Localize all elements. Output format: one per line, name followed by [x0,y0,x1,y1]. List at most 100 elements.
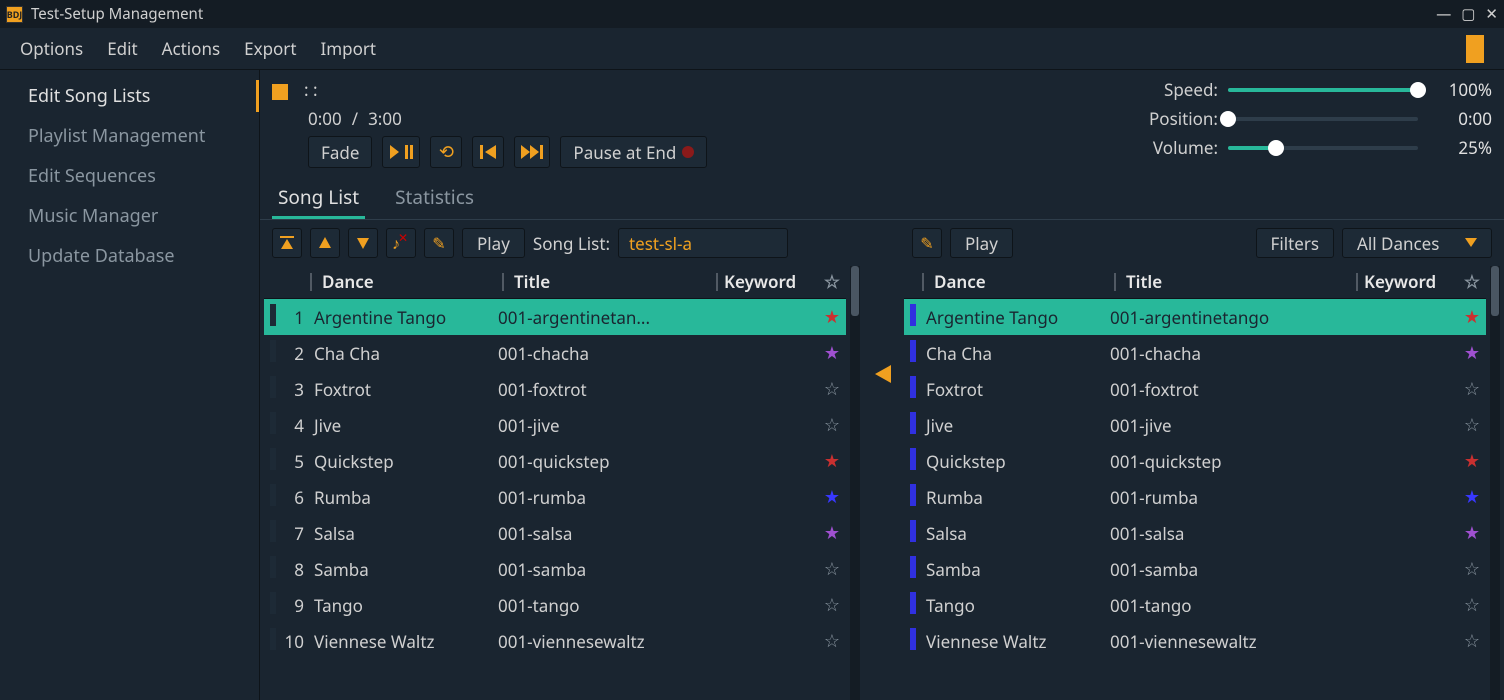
move-top-icon[interactable] [272,228,302,258]
sidebar-item-update-database[interactable]: Update Database [0,236,259,276]
play-right-button[interactable]: Play [950,228,1013,258]
col-star-header-r[interactable]: ☆ [1458,270,1486,294]
star-icon[interactable]: ★ [1458,341,1486,365]
table-row[interactable]: Jive001-jive☆ [904,407,1486,443]
position-label: Position: [1138,107,1218,130]
table-row[interactable]: 8Samba001-samba☆ [264,551,846,587]
menu-export[interactable]: Export [244,37,296,60]
table-row[interactable]: 3Foxtrot001-foxtrot☆ [264,371,846,407]
star-icon[interactable]: ★ [1458,485,1486,509]
move-down-icon[interactable] [348,228,378,258]
table-row[interactable]: 6Rumba001-rumba★ [264,479,846,515]
scrollbar-right[interactable] [1490,266,1500,700]
play-pause-icon[interactable] [382,136,420,168]
col-dance-header[interactable]: Dance [318,270,502,294]
titlebar: BDJ Test-Setup Management — ▢ ✕ [0,0,1504,28]
dance-filter-dropdown[interactable]: All Dances [1342,228,1492,258]
menu-actions[interactable]: Actions [162,37,220,60]
row-marker [264,448,282,475]
tab-statistics[interactable]: Statistics [389,178,480,219]
star-icon[interactable]: ☆ [818,593,846,617]
star-icon[interactable]: ★ [818,341,846,365]
row-marker [904,592,922,619]
menu-import[interactable]: Import [320,37,376,60]
volume-slider[interactable] [1228,146,1418,150]
table-row[interactable]: Cha Cha001-chacha★ [904,335,1486,371]
star-icon[interactable]: ☆ [1458,413,1486,437]
star-icon[interactable]: ☆ [818,629,846,653]
edit-right-icon[interactable]: ✎ [912,228,942,258]
row-title: 001-viennesewaltz [494,630,724,653]
songlist-dropdown[interactable]: test-sl-a [618,228,788,258]
star-icon[interactable]: ☆ [1458,377,1486,401]
star-icon[interactable]: ★ [1458,521,1486,545]
star-icon[interactable]: ★ [818,521,846,545]
col-title-header-r[interactable]: Title [1122,270,1356,294]
stop-icon[interactable] [272,84,288,100]
table-row[interactable]: Argentine Tango001-argentinetango★ [904,299,1486,335]
sidebar-item-playlist-management[interactable]: Playlist Management [0,116,259,156]
table-row[interactable]: Samba001-samba☆ [904,551,1486,587]
close-icon[interactable]: ✕ [1485,4,1498,24]
maximize-icon[interactable]: ▢ [1461,4,1475,24]
table-row[interactable]: 4Jive001-jive☆ [264,407,846,443]
col-keyword-header-r[interactable]: Keyword [1364,270,1458,294]
table-row[interactable]: 7Salsa001-salsa★ [264,515,846,551]
star-icon[interactable]: ★ [1458,449,1486,473]
speed-slider[interactable] [1228,88,1418,92]
star-icon[interactable]: ☆ [818,413,846,437]
tab-song-list[interactable]: Song List [272,178,365,219]
table-row[interactable]: Quickstep001-quickstep★ [904,443,1486,479]
table-row[interactable]: 9Tango001-tango☆ [264,587,846,623]
col-dance-header-r[interactable]: Dance [930,270,1114,294]
row-title: 001-foxtrot [1106,378,1364,401]
star-icon[interactable]: ☆ [1458,557,1486,581]
table-row[interactable]: 10Viennese Waltz001-viennesewaltz☆ [264,623,846,659]
star-icon[interactable]: ☆ [818,377,846,401]
table-row[interactable]: Rumba001-rumba★ [904,479,1486,515]
move-to-songlist-icon[interactable] [871,360,893,393]
table-row[interactable]: Tango001-tango☆ [904,587,1486,623]
star-icon[interactable]: ☆ [1458,593,1486,617]
row-title: 001-argentinetango [1106,306,1364,329]
star-icon[interactable]: ☆ [818,557,846,581]
star-icon[interactable]: ☆ [1458,629,1486,653]
move-up-icon[interactable] [310,228,340,258]
next-track-icon[interactable] [514,136,550,168]
play-left-button[interactable]: Play [462,228,525,258]
menu-options[interactable]: Options [20,37,83,60]
sidebar-item-edit-song-lists[interactable]: Edit Song Lists [0,76,259,116]
fade-button[interactable]: Fade [308,136,372,168]
row-dance: Samba [310,558,494,581]
table-row[interactable]: Foxtrot001-foxtrot☆ [904,371,1486,407]
col-star-header[interactable]: ☆ [818,270,846,294]
table-row[interactable]: Viennese Waltz001-viennesewaltz☆ [904,623,1486,659]
repeat-icon[interactable]: ⟲ [430,136,462,168]
star-icon[interactable]: ★ [818,485,846,509]
table-row[interactable]: 5Quickstep001-quickstep★ [264,443,846,479]
sidebar-item-edit-sequences[interactable]: Edit Sequences [0,156,259,196]
menu-edit[interactable]: Edit [107,37,137,60]
row-index: 8 [282,558,310,581]
prev-track-icon[interactable] [472,136,504,168]
pause-at-end-button[interactable]: Pause at End [560,136,707,168]
row-marker [264,520,282,547]
row-index: 7 [282,522,310,545]
sidebar-item-music-manager[interactable]: Music Manager [0,196,259,236]
filters-button[interactable]: Filters [1256,228,1334,258]
position-slider[interactable] [1228,117,1418,121]
star-icon[interactable]: ★ [818,449,846,473]
col-keyword-header[interactable]: Keyword [724,270,818,294]
row-index: 10 [282,630,310,653]
table-row[interactable]: 1Argentine Tango001-argentinetan...★ [264,299,846,335]
position-value: 0:00 [1428,107,1492,130]
star-icon[interactable]: ★ [818,305,846,329]
col-title-header[interactable]: Title [510,270,716,294]
minimize-icon[interactable]: — [1436,4,1451,24]
scrollbar[interactable] [850,266,860,700]
table-row[interactable]: 2Cha Cha001-chacha★ [264,335,846,371]
star-icon[interactable]: ★ [1458,305,1486,329]
edit-icon[interactable]: ✎ [424,228,454,258]
remove-song-icon[interactable]: ♪✕ [386,228,416,258]
table-row[interactable]: Salsa001-salsa★ [904,515,1486,551]
